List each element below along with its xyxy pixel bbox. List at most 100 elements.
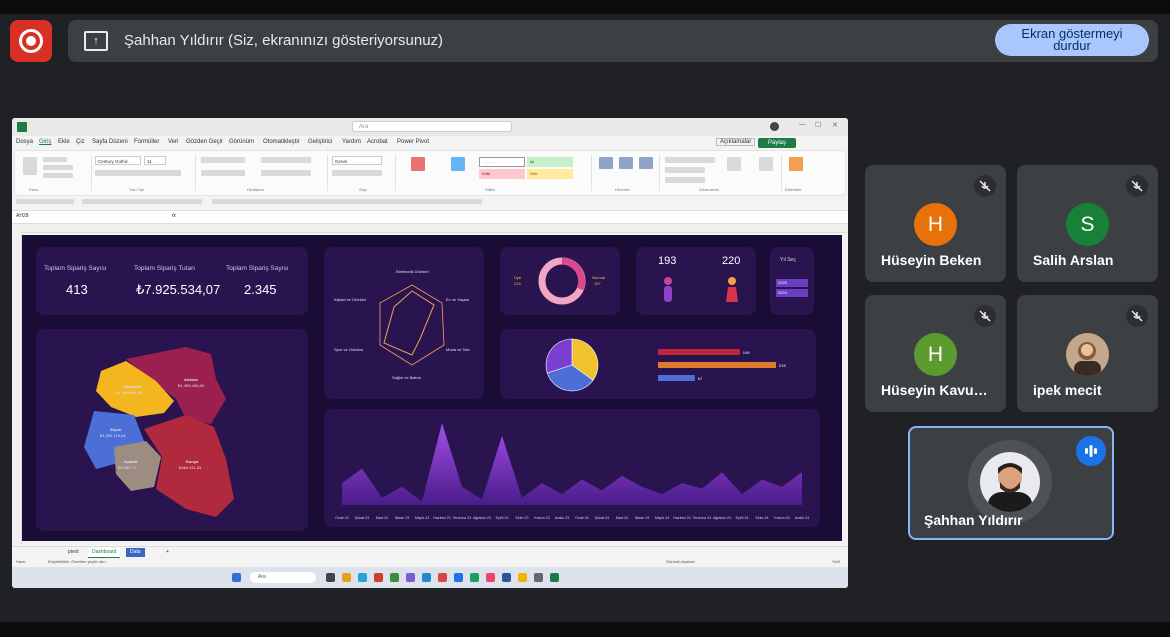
app-icon[interactable] — [438, 573, 447, 582]
active-speaker-tile[interactable]: Şahhan Yıldırır — [908, 426, 1114, 540]
wrap-text-button[interactable] — [261, 157, 311, 163]
excel-title-bar: Ara — ☐ ✕ — [12, 118, 848, 136]
cut-icon[interactable] — [43, 157, 67, 162]
paste-icon[interactable] — [23, 157, 37, 175]
app-icon[interactable] — [326, 573, 335, 582]
sheet-tab[interactable]: Dashboard — [88, 548, 121, 558]
autosum-button[interactable] — [665, 157, 715, 163]
participant-tile[interactable]: H Hüseyin Kavu… — [865, 295, 1006, 412]
qat-buttons[interactable] — [82, 199, 202, 204]
share-button[interactable]: Paylaş — [758, 138, 796, 148]
stop-presenting-button[interactable]: Ekran göstermeyi durdur — [995, 24, 1149, 56]
menu-tab[interactable]: Formüller — [134, 139, 159, 145]
recording-button[interactable] — [10, 20, 52, 62]
start-icon[interactable] — [232, 573, 241, 582]
column-headers — [12, 224, 848, 233]
app-icon[interactable] — [486, 573, 495, 582]
bar — [658, 375, 695, 381]
app-icon[interactable] — [518, 573, 527, 582]
number-format-select[interactable]: Genel — [332, 156, 382, 165]
autosave-toggle[interactable] — [16, 199, 74, 204]
maximize-icon[interactable]: ☐ — [815, 121, 821, 129]
close-icon[interactable]: ✕ — [832, 121, 838, 129]
format-as-table-icon[interactable] — [451, 157, 465, 171]
copy-icon[interactable] — [43, 165, 73, 170]
menu-tab[interactable]: Giriş — [39, 139, 51, 145]
excel-search-input[interactable]: Ara — [352, 121, 512, 132]
name-box[interactable]: AH28 — [16, 213, 29, 219]
present-screen-icon: ↑ — [84, 31, 108, 51]
app-icon[interactable] — [390, 573, 399, 582]
app-icon[interactable] — [422, 573, 431, 582]
sheet-tab[interactable]: Data — [126, 548, 145, 557]
taskbar-search[interactable]: Ara — [250, 572, 316, 583]
map-value: ₺2.581.71.. — [118, 465, 139, 470]
year-option[interactable]: 2024 — [776, 289, 808, 297]
donut-label: Normal — [592, 275, 605, 280]
font-name-select[interactable]: Century Gothic — [95, 156, 141, 165]
find-select-icon[interactable] — [759, 157, 773, 171]
menu-tab[interactable]: Power Pivot — [397, 139, 429, 145]
menu-tab[interactable]: Dosya — [16, 139, 33, 145]
divider — [591, 155, 592, 191]
app-icon[interactable] — [502, 573, 511, 582]
app-icon[interactable] — [406, 573, 415, 582]
font-size-select[interactable]: 11 — [144, 156, 166, 165]
zoom-level[interactable]: %45 — [832, 559, 840, 564]
app-icon[interactable] — [470, 573, 479, 582]
style-neutral[interactable]: Nötr — [527, 169, 573, 179]
comments-button[interactable]: Açıklamalar — [716, 138, 756, 146]
formula-input[interactable] — [187, 212, 842, 221]
status-ready: Hazır — [16, 559, 26, 564]
participant-tile[interactable]: ipek mecit — [1017, 295, 1158, 412]
menu-tab[interactable]: Çiz — [76, 139, 85, 145]
style-normal[interactable]: Normal — [479, 157, 525, 167]
fill-button[interactable] — [665, 167, 705, 173]
clear-button[interactable] — [665, 177, 705, 183]
user-avatar[interactable] — [770, 122, 779, 131]
alignment-buttons[interactable] — [201, 157, 245, 163]
style-good[interactable]: İyi — [527, 157, 573, 167]
conditional-format-icon[interactable] — [411, 157, 425, 171]
delete-cells-icon[interactable] — [619, 157, 633, 169]
sort-filter-icon[interactable] — [727, 157, 741, 171]
sheet-tab[interactable]: pivot — [64, 548, 83, 557]
alignment-buttons-2[interactable] — [201, 170, 245, 176]
menu-tab[interactable]: Otomatikleştir — [263, 139, 300, 145]
number-buttons[interactable] — [332, 170, 382, 176]
menu-tab[interactable]: Sayfa Düzeni — [92, 139, 128, 145]
display-settings[interactable]: Görüntü Ayarları — [666, 559, 695, 564]
menu-tab[interactable]: Yardım — [342, 139, 361, 145]
participant-tile[interactable]: H Hüseyin Beken — [865, 165, 1006, 282]
format-painter-icon[interactable] — [43, 173, 73, 178]
edge-icon[interactable] — [358, 573, 367, 582]
year-option[interactable]: 2023 — [776, 279, 808, 287]
add-ins-icon[interactable] — [789, 157, 803, 171]
merge-center-button[interactable] — [261, 170, 311, 176]
menu-tab[interactable]: Acrobat — [367, 139, 388, 145]
menu-tab[interactable]: Görünüm — [229, 139, 254, 145]
kpi-label: Toplam Sipariş Tutarı — [134, 265, 196, 272]
folder-icon[interactable] — [342, 573, 351, 582]
radar-label: Moda ve Takı — [446, 347, 470, 352]
bar — [658, 349, 740, 355]
map-label: Konya — [186, 459, 199, 464]
format-cells-icon[interactable] — [639, 157, 653, 169]
add-sheet-button[interactable]: + — [162, 548, 173, 557]
cell-styles-gallery[interactable]: Normal İyi Kötü Nötr — [479, 157, 579, 185]
minimize-icon[interactable]: — — [799, 121, 806, 128]
menu-tab[interactable]: Geliştirici — [308, 139, 332, 145]
participant-tile[interactable]: S Salih Arslan — [1017, 165, 1158, 282]
font-format-buttons[interactable] — [95, 170, 181, 176]
qat-buttons-2[interactable] — [212, 199, 482, 204]
style-bad[interactable]: Kötü — [479, 169, 525, 179]
menu-tab[interactable]: Ekle — [58, 139, 70, 145]
chrome-icon[interactable] — [374, 573, 383, 582]
excel-taskbar-icon[interactable] — [550, 573, 559, 582]
app-icon[interactable] — [454, 573, 463, 582]
app-icon[interactable] — [534, 573, 543, 582]
menu-tab[interactable]: Veri — [168, 139, 178, 145]
status-accessibility[interactable]: Erişilebilirlik: Önerilen şeyler alın — [48, 559, 106, 564]
insert-cells-icon[interactable] — [599, 157, 613, 169]
menu-tab[interactable]: Gözden Geçir — [186, 139, 223, 145]
